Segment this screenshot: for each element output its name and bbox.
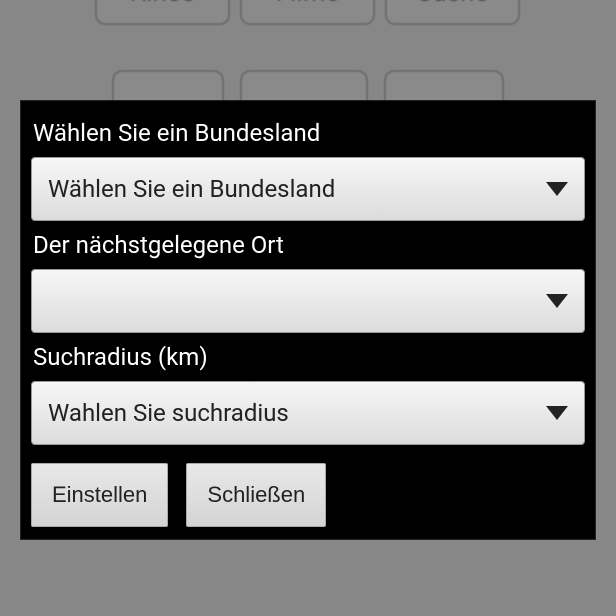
spinner-bundesland-value: Wählen Sie ein Bundesland — [48, 175, 335, 203]
settings-dialog: Wählen Sie ein Bundesland Wählen Sie ein… — [20, 100, 596, 540]
label-ort: Der nächstgelegene Ort — [31, 221, 585, 269]
label-suchradius: Suchradius (km) — [31, 333, 585, 381]
spinner-suchradius-value: Wahlen Sie suchradius — [48, 399, 289, 427]
dialog-button-row: Einstellen Schließen — [31, 463, 585, 527]
spinner-ort[interactable] — [31, 269, 585, 333]
label-bundesland: Wählen Sie ein Bundesland — [31, 109, 585, 157]
chevron-down-icon — [546, 406, 568, 420]
close-button[interactable]: Schließen — [186, 463, 326, 527]
chevron-down-icon — [546, 294, 568, 308]
set-button[interactable]: Einstellen — [31, 463, 168, 527]
spinner-bundesland[interactable]: Wählen Sie ein Bundesland — [31, 157, 585, 221]
spinner-suchradius[interactable]: Wahlen Sie suchradius — [31, 381, 585, 445]
chevron-down-icon — [546, 182, 568, 196]
